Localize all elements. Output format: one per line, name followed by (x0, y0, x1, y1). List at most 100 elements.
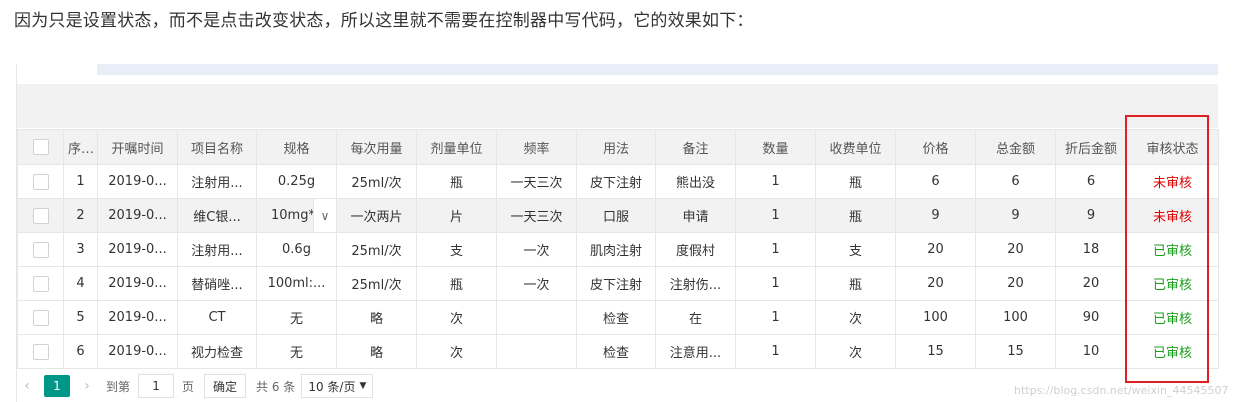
row-checkbox-cell[interactable] (17, 164, 64, 199)
cell-no: 2 (63, 198, 98, 233)
cell-name: 维C银... (177, 198, 257, 233)
intro-text: 因为只是设置状态，而不是点击改变状态，所以这里就不需要在控制器中写代码，它的效果… (14, 11, 754, 31)
page-current-button[interactable]: 1 (44, 375, 70, 397)
cell-qty: 1 (735, 164, 816, 199)
watermark: https://blog.csdn.net/weixin_44545507 (1014, 384, 1229, 397)
header-cell[interactable]: 收费单位 (815, 129, 896, 165)
cell-usage: 检查 (576, 300, 656, 335)
cell-qty: 1 (735, 334, 816, 369)
confirm-button[interactable]: 确定 (204, 374, 247, 398)
cell-total: 100 (975, 300, 1056, 335)
cell-price: 20 (895, 232, 976, 267)
cell-discount: 10 (1055, 334, 1127, 369)
cell-dose: 一次两片 (336, 198, 417, 233)
header-cell[interactable]: 开嘱时间 (97, 129, 178, 165)
cell-name: 注射用... (177, 232, 257, 267)
table-row[interactable]: 6 2019-0... 视力检查无略次检查 注意用... 1 次 15 15 10 已审核 (17, 334, 1219, 369)
cell-spec: 无 (256, 300, 337, 335)
cell-unit: 次 (416, 334, 497, 369)
select-all-checkbox[interactable] (32, 139, 49, 155)
table-row[interactable]: 5 2019-0... CT 无略次检查在 1 次 100 100 90 已审核 (17, 300, 1219, 335)
cell-name: CT (177, 300, 257, 335)
cell-freq: 一次 (496, 266, 577, 301)
cell-qty: 1 (735, 300, 816, 335)
cell-freq (496, 300, 577, 335)
row-checkbox[interactable] (32, 173, 49, 190)
row-checkbox[interactable] (32, 275, 49, 292)
cell-unit: 次 (416, 300, 497, 335)
cell-unit: 片 (416, 198, 497, 233)
select-all-checkbox-cell[interactable] (17, 129, 64, 165)
cell-total: 6 (975, 164, 1056, 199)
cell-remark: 注射伤... (655, 266, 736, 301)
header-cell[interactable]: 剂量单位 (416, 129, 497, 165)
cell-time: 2019-0... (97, 266, 178, 301)
cell-usage: 口服 (576, 198, 656, 233)
cell-no: 5 (63, 300, 98, 335)
row-checkbox[interactable] (32, 241, 49, 258)
cell-remark: 申请 (655, 198, 736, 233)
cell-dose: 略 (336, 300, 417, 335)
cell-usage: 皮下注射 (576, 164, 656, 199)
cell-remark: 熊出没 (655, 164, 736, 199)
cell-remark: 在 (655, 300, 736, 335)
page-size-select[interactable]: 10 条/页 ▼ (301, 374, 374, 398)
header-cell[interactable]: 规格 (256, 129, 337, 165)
tab-active-remnant[interactable] (17, 64, 97, 75)
row-checkbox-cell[interactable] (17, 232, 64, 267)
cell-time: 2019-0... (97, 232, 178, 267)
row-checkbox-cell[interactable] (17, 266, 64, 301)
cell-freq: 一次 (496, 232, 577, 267)
cell-total: 9 (975, 198, 1056, 233)
chevron-right-icon[interactable]: › (76, 378, 98, 394)
cell-price: 6 (895, 164, 976, 199)
header-cell[interactable]: 序号 (63, 129, 98, 165)
goto-page-input[interactable]: 1 (138, 374, 175, 398)
cell-charge-unit: 支 (815, 232, 896, 267)
cell-charge-unit: 瓶 (815, 164, 896, 199)
header-cell[interactable]: 频率 (496, 129, 577, 165)
header-cell[interactable]: 每次用量 (336, 129, 417, 165)
cell-freq: 一天三次 (496, 164, 577, 199)
row-checkbox[interactable] (32, 309, 49, 326)
header-cell[interactable]: 项目名称 (177, 129, 257, 165)
chevron-left-icon[interactable]: ‹ (16, 378, 38, 394)
cell-time: 2019-0... (97, 334, 178, 369)
pagination: ‹ 1 › 到第 1 页 确定 共 6 条 10 条/页 ▼ (16, 370, 374, 402)
header-cell[interactable]: 审核状态 (1126, 129, 1219, 165)
status-cell: 已审核 (1126, 266, 1219, 301)
cell-total: 20 (975, 232, 1056, 267)
table-row[interactable]: 1 2019-0... 注射用... 0.25g 25ml/次瓶一天三次 皮下注射 熊出没 1… (17, 164, 1219, 199)
spec-select[interactable]: 10mg*... ∨ (256, 198, 337, 233)
table-panel: 序号 开嘱时间 项目名称 规格 每次用量 剂量单位 频率 用法 备注 数量 收费… (16, 64, 1219, 402)
header-cell[interactable]: 总金额 (975, 129, 1056, 165)
cell-dose: 25ml/次 (336, 232, 417, 267)
cell-no: 4 (63, 266, 98, 301)
table-row[interactable]: 4 2019-0... 替硝唑... 100ml:... 25ml/次瓶一次 皮下注射 注射… (17, 266, 1219, 301)
header-cell[interactable]: 价格 (895, 129, 976, 165)
table-row[interactable]: 2 2019-0... 维C银... 10mg*... ∨ 一次两片片一天三次 口服 申请 1 瓶… (17, 198, 1219, 233)
cell-discount: 6 (1055, 164, 1127, 199)
table-row[interactable]: 3 2019-0... 注射用... 0.6g 25ml/次支一次 肌肉注射 度假村 1 支 20… (17, 232, 1219, 267)
cell-remark: 注意用... (655, 334, 736, 369)
row-checkbox-cell[interactable] (17, 300, 64, 335)
cell-price: 20 (895, 266, 976, 301)
row-checkbox[interactable] (32, 343, 49, 360)
header-cell[interactable]: 数量 (735, 129, 816, 165)
cell-qty: 1 (735, 232, 816, 267)
row-checkbox-cell[interactable] (17, 334, 64, 369)
row-checkbox-cell[interactable] (17, 198, 64, 233)
header-cell[interactable]: 备注 (655, 129, 736, 165)
cell-charge-unit: 次 (815, 334, 896, 369)
row-checkbox[interactable] (32, 207, 49, 224)
cell-spec: 0.25g (256, 164, 337, 199)
cell-unit: 支 (416, 232, 497, 267)
status-cell: 已审核 (1126, 334, 1219, 369)
cell-charge-unit: 次 (815, 300, 896, 335)
header-cell[interactable]: 折后金额 (1055, 129, 1127, 165)
chevron-down-icon[interactable]: ∨ (313, 199, 336, 232)
cell-no: 6 (63, 334, 98, 369)
page-suffix-label: 页 (182, 379, 195, 394)
header-cell[interactable]: 用法 (576, 129, 656, 165)
cell-discount: 90 (1055, 300, 1127, 335)
